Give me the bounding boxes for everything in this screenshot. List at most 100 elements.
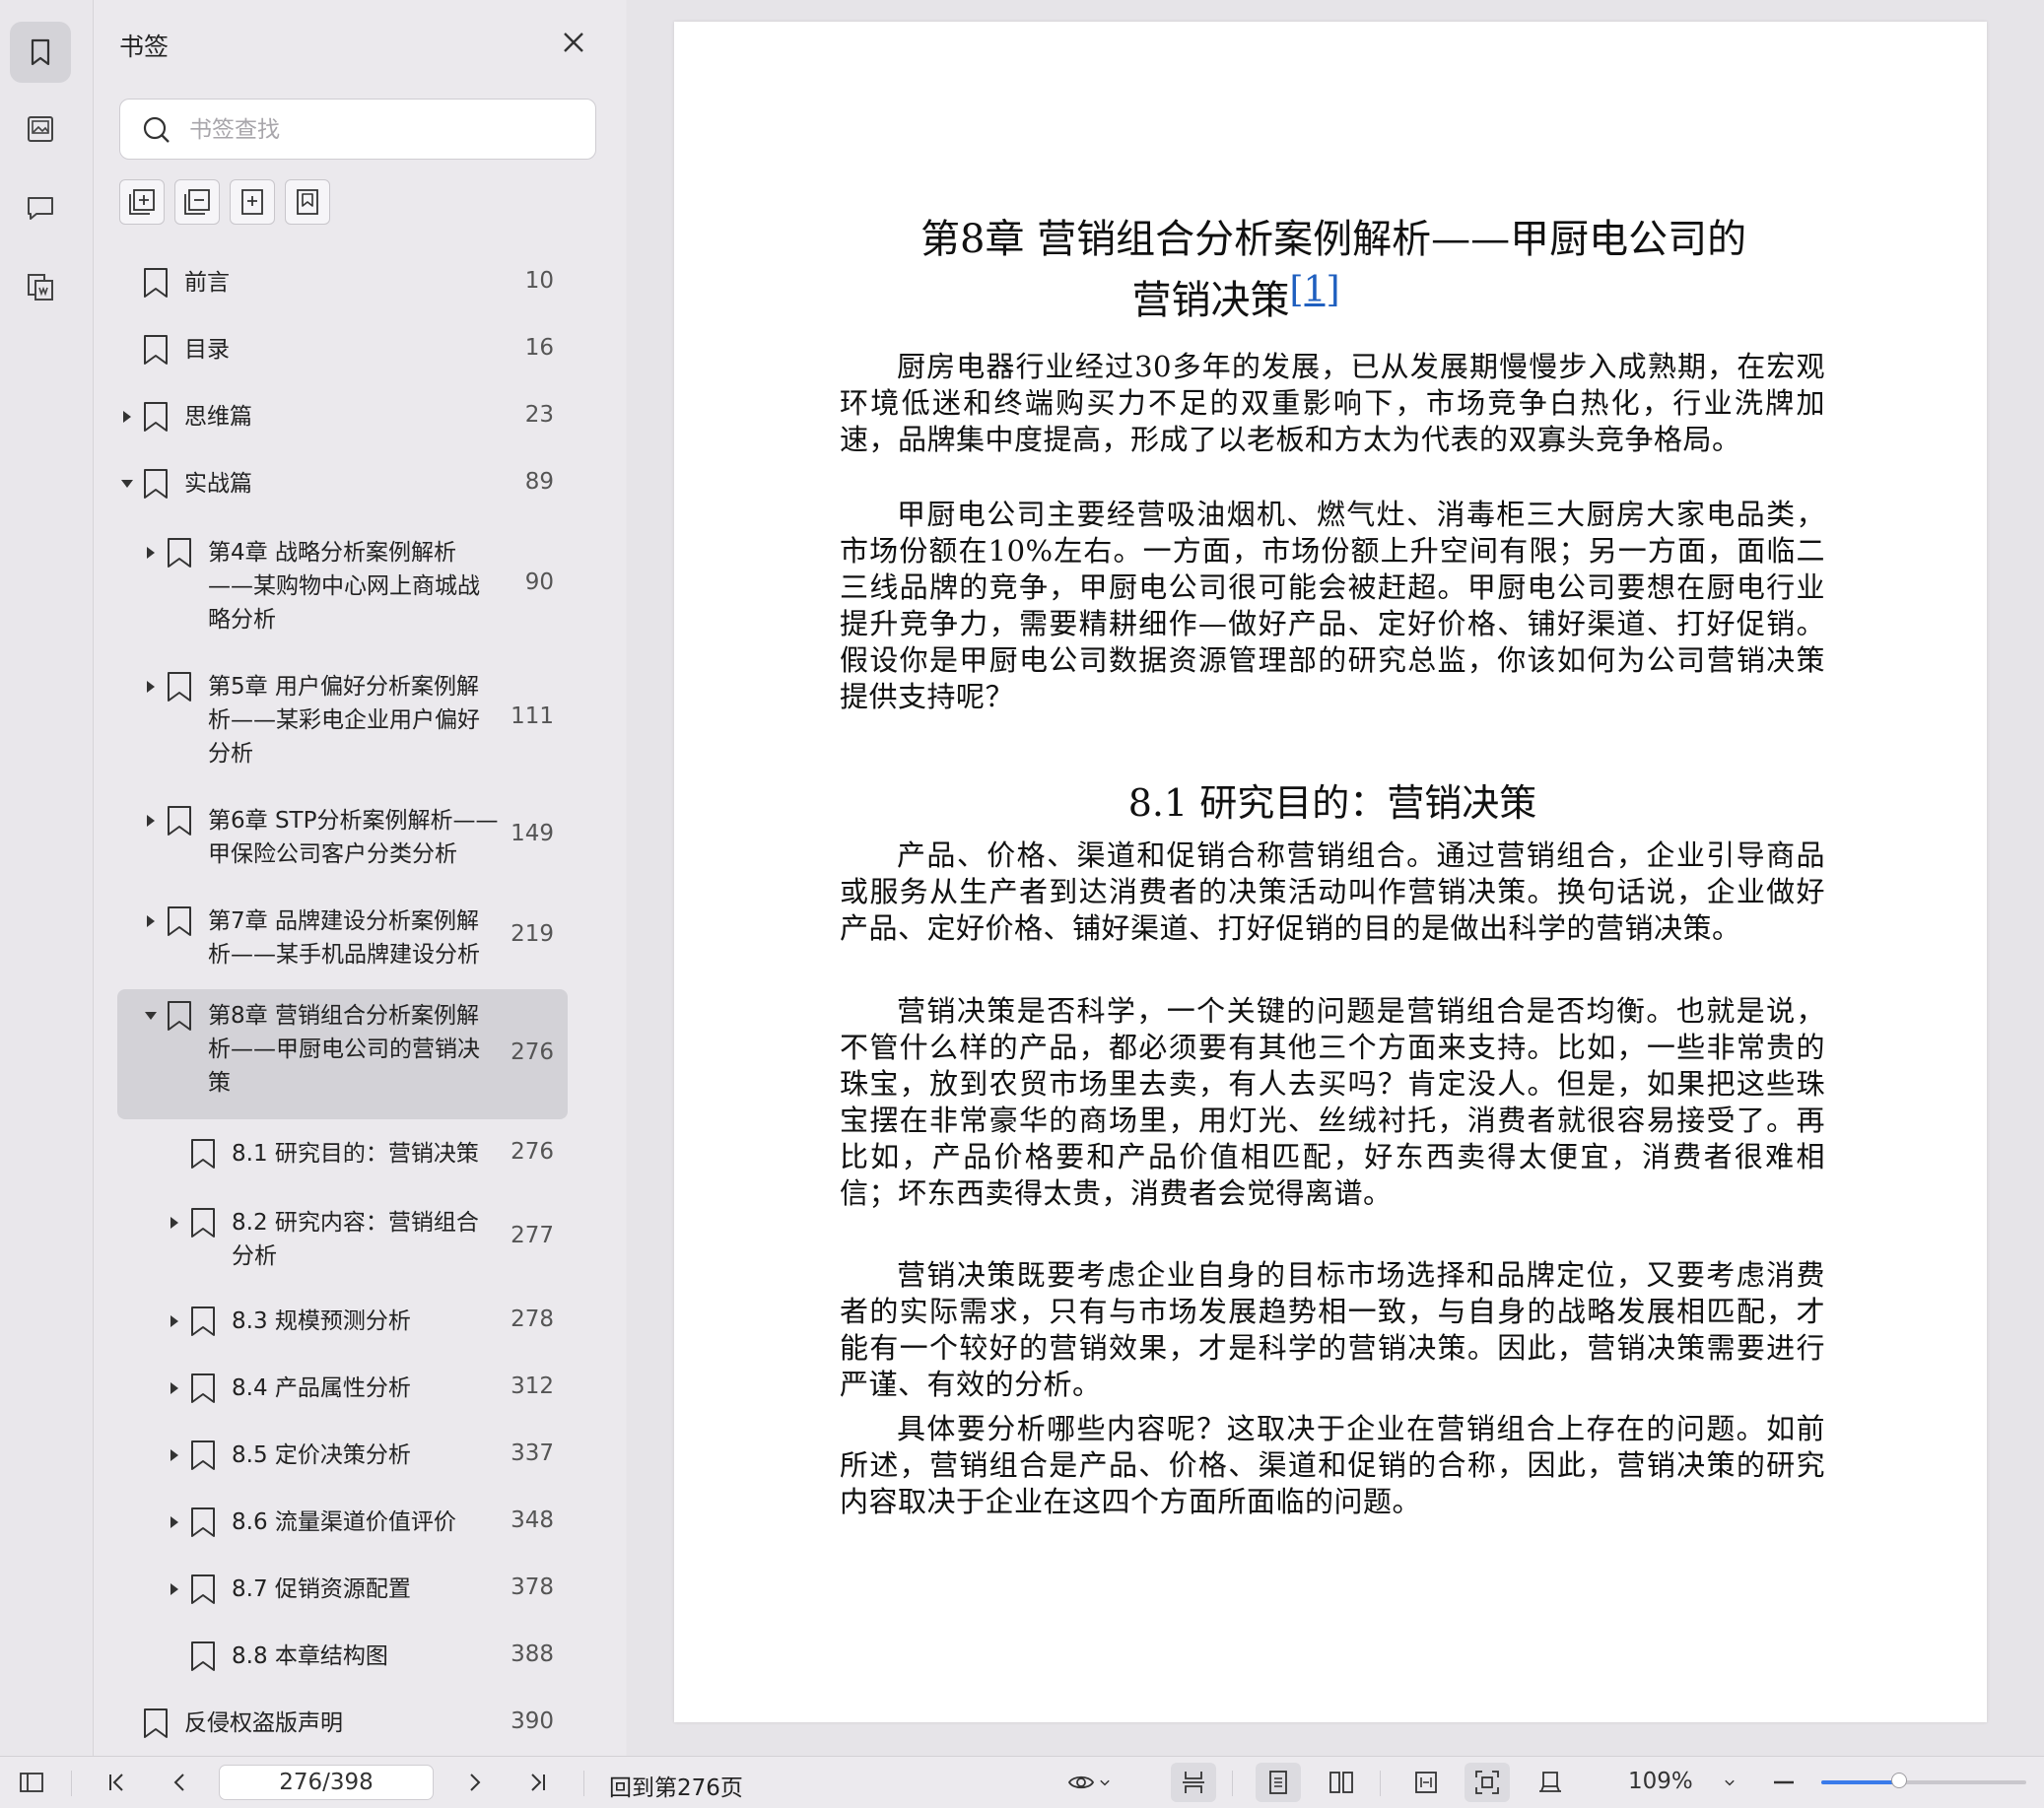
bookmark-icon bbox=[191, 1440, 215, 1470]
bookmark-page-number: 348 bbox=[511, 1507, 554, 1533]
fit-page-button[interactable] bbox=[1465, 1763, 1510, 1802]
bookmark-item[interactable]: 反侵权盗版声明 390 bbox=[117, 1699, 568, 1748]
continuous-scroll-button[interactable] bbox=[1171, 1763, 1216, 1802]
zoom-level: 109% bbox=[1628, 1769, 1693, 1794]
bookmark-item[interactable]: 目录 16 bbox=[117, 325, 568, 374]
bookmark-item[interactable]: 8.5 定价决策分析 337 bbox=[117, 1431, 568, 1480]
bookmark-panel-button[interactable] bbox=[10, 22, 71, 83]
thumbnail-panel-button[interactable] bbox=[10, 99, 71, 160]
bookmark-panel: 书签 前言10目录16思维篇23实战篇89第4章 战略分析案例解析——某购物中心… bbox=[94, 0, 709, 1758]
bookmark-icon bbox=[144, 268, 168, 298]
sidebar-icon bbox=[20, 1773, 43, 1792]
last-page-button[interactable] bbox=[518, 1757, 558, 1808]
left-icon-rail bbox=[0, 0, 94, 1756]
two-page-button[interactable] bbox=[1319, 1757, 1364, 1808]
paragraph: 具体要分析哪些内容呢？这取决于企业在营销组合上存在的问题。如前所述，营销组合是产… bbox=[840, 1412, 1825, 1518]
bookmark-page-number: 23 bbox=[524, 402, 554, 428]
bookmark-label: 反侵权盗版声明 bbox=[184, 1710, 343, 1736]
comment-panel-button[interactable] bbox=[10, 177, 71, 238]
view-mode-dropdown[interactable] bbox=[1060, 1757, 1120, 1808]
single-page-icon bbox=[1269, 1771, 1287, 1794]
bookmark-item[interactable]: 第7章 品牌建设分析案例解析——某手机品牌建设分析 219 bbox=[117, 895, 568, 977]
last-page-icon bbox=[531, 1774, 545, 1791]
bookmark-label: 8.1 研究目的：营销决策 bbox=[232, 1141, 479, 1167]
bookmark-page-number: 312 bbox=[511, 1373, 554, 1399]
bookmark-item[interactable]: 8.3 规模预测分析 278 bbox=[117, 1297, 568, 1346]
bookmark-item[interactable]: 思维篇 23 bbox=[117, 392, 568, 441]
bookmark-item[interactable]: 第5章 用户偏好分析案例解析——某彩电企业用户偏好分析 111 bbox=[117, 660, 568, 776]
next-page-button[interactable] bbox=[455, 1757, 495, 1808]
separator bbox=[1232, 1771, 1233, 1796]
bookmark-item[interactable]: 8.8 本章结构图 388 bbox=[117, 1632, 568, 1681]
paragraph: 营销决策既要考虑企业自身的目标市场选择和品牌定位，又要考虑消费者的实际需求，只有… bbox=[840, 1258, 1825, 1401]
chevron-right-icon bbox=[470, 1774, 481, 1791]
collapsed-arrow-icon[interactable] bbox=[143, 813, 159, 829]
single-page-button[interactable] bbox=[1256, 1763, 1301, 1802]
bookmark-label: 8.6 流量渠道价值评价 bbox=[232, 1509, 456, 1535]
bookmark-item[interactable]: 第6章 STP分析案例解析——甲保险公司客户分类分析 149 bbox=[117, 794, 568, 877]
fit-width-button[interactable] bbox=[1403, 1757, 1449, 1808]
bookmark-icon bbox=[168, 906, 191, 936]
bookmark-page-number: 278 bbox=[511, 1306, 554, 1332]
bookmark-page-number: 149 bbox=[511, 821, 554, 846]
chevron-down-icon bbox=[1725, 1779, 1735, 1786]
bookmark-item[interactable]: 前言 10 bbox=[117, 258, 568, 307]
bookmark-item[interactable]: 8.2 研究内容：营销组合分析 277 bbox=[117, 1196, 568, 1279]
collapsed-arrow-icon[interactable] bbox=[167, 1380, 182, 1396]
footnote-link[interactable]: [1] bbox=[1290, 270, 1340, 310]
bookmark-item[interactable]: 8.7 促销资源配置 378 bbox=[117, 1565, 568, 1614]
bookmark-label: 8.7 促销资源配置 bbox=[232, 1576, 411, 1602]
bookmark-page-number: 276 bbox=[511, 1039, 554, 1065]
bookmark-item[interactable]: 第8章 营销组合分析案例解析——甲厨电公司的营销决策 276 bbox=[117, 989, 568, 1119]
attachment-panel-button[interactable] bbox=[10, 256, 71, 317]
collapsed-arrow-icon[interactable] bbox=[119, 409, 135, 425]
bookmark-item[interactable]: 8.4 产品属性分析 312 bbox=[117, 1364, 568, 1413]
toggle-sidebar-button[interactable] bbox=[12, 1757, 51, 1808]
bookmark-page-number: 89 bbox=[524, 469, 554, 495]
bookmark-item[interactable]: 8.1 研究目的：营销决策 276 bbox=[117, 1129, 568, 1178]
bookmark-icon bbox=[191, 1574, 215, 1604]
bookmark-page-number: 10 bbox=[524, 268, 554, 294]
chapter-title-line2: 营销决策 bbox=[1131, 278, 1290, 323]
eye-icon bbox=[1067, 1775, 1095, 1789]
minus-icon bbox=[1774, 1780, 1794, 1784]
zoom-out-button[interactable] bbox=[1764, 1757, 1804, 1808]
first-page-button[interactable] bbox=[97, 1757, 136, 1808]
collapsed-arrow-icon[interactable] bbox=[167, 1514, 182, 1530]
previous-page-button[interactable] bbox=[160, 1757, 199, 1808]
chapter-title-line1: 第8章 营销组合分析案例解析——甲厨电公司的 bbox=[920, 217, 1747, 262]
bookmark-icon bbox=[191, 1641, 215, 1671]
separator bbox=[71, 1771, 72, 1796]
page-number-input[interactable] bbox=[219, 1765, 434, 1800]
collapsed-arrow-icon[interactable] bbox=[143, 679, 159, 695]
bookmark-icon bbox=[191, 1306, 215, 1336]
actual-size-button[interactable] bbox=[1528, 1757, 1573, 1808]
collapsed-arrow-icon[interactable] bbox=[167, 1215, 182, 1231]
expanded-arrow-icon[interactable] bbox=[143, 1008, 159, 1024]
bookmark-icon bbox=[144, 402, 168, 432]
bookmark-item[interactable]: 实战篇 89 bbox=[117, 459, 568, 508]
zoom-slider-thumb[interactable] bbox=[1891, 1773, 1908, 1788]
bookmark-label: 8.3 规模预测分析 bbox=[232, 1308, 411, 1334]
paragraph: 甲厨电公司主要经营吸油烟机、燃气灶、消毒柜三大厨房大家电品类，市场份额在10%左… bbox=[840, 498, 1825, 713]
collapsed-arrow-icon[interactable] bbox=[167, 1313, 182, 1329]
bookmark-page-number: 90 bbox=[524, 569, 554, 595]
return-to-page-link[interactable]: 回到第276页 bbox=[609, 1769, 743, 1802]
bookmark-item[interactable]: 8.6 流量渠道价值评价 348 bbox=[117, 1498, 568, 1547]
collapsed-arrow-icon[interactable] bbox=[167, 1447, 182, 1463]
expanded-arrow-icon[interactable] bbox=[119, 476, 135, 492]
zoom-dropdown[interactable] bbox=[1715, 1757, 1744, 1808]
fit-page-icon bbox=[1475, 1771, 1499, 1794]
bookmark-icon bbox=[191, 1208, 215, 1238]
bookmark-tree: 前言 10 目录 16 思维篇 23 实战篇 89 第4章 战略分析案例解析——某购物中心网上商… bbox=[94, 0, 626, 1756]
bookmark-page-number: 111 bbox=[511, 703, 554, 729]
bookmark-icon bbox=[168, 1001, 191, 1031]
bookmark-label: 第6章 STP分析案例解析——甲保险公司客户分类分析 bbox=[208, 808, 499, 867]
bookmark-item[interactable]: 第4章 战略分析案例解析——某购物中心网上商城战略分析 90 bbox=[117, 526, 568, 642]
paragraph: 产品、价格、渠道和促销合称营销组合。通过营销组合，企业引导商品或服务从生产者到达… bbox=[840, 838, 1825, 945]
zoom-slider[interactable] bbox=[1821, 1773, 2026, 1788]
collapsed-arrow-icon[interactable] bbox=[167, 1581, 182, 1597]
separator bbox=[583, 1771, 584, 1796]
collapsed-arrow-icon[interactable] bbox=[143, 913, 159, 929]
collapsed-arrow-icon[interactable] bbox=[143, 545, 159, 561]
